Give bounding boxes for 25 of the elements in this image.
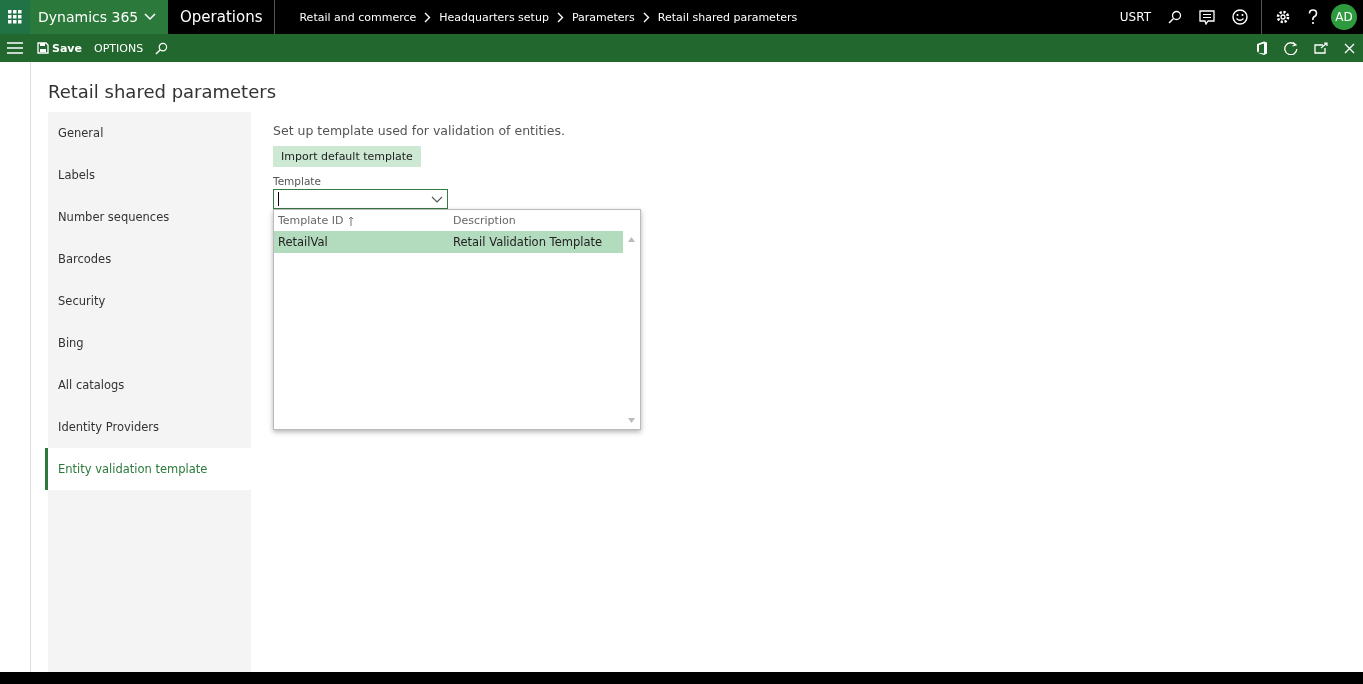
navigation-tab[interactable]: General (45, 112, 251, 154)
column-header[interactable]: Description (453, 214, 516, 227)
navigation-tab[interactable]: Entity validation template (45, 448, 251, 490)
navigation-tab[interactable]: All catalogs (45, 364, 251, 406)
page-title: Retail shared parameters (48, 81, 278, 104)
app-name-button[interactable]: Dynamics 365 (30, 0, 168, 34)
lookup-row[interactable]: RetailVal Retail Validation Template (274, 231, 623, 253)
navigation-tab[interactable]: Bing (45, 322, 251, 364)
column-header[interactable]: Template ID (278, 214, 344, 227)
company-picker[interactable]: USRT (1119, 10, 1151, 24)
breadcrumb-link[interactable]: Retail and commerce (299, 10, 417, 24)
navigation-tab[interactable]: Barcodes (45, 238, 251, 280)
breadcrumb-link[interactable]: Headquarters setup (439, 10, 549, 24)
breadcrumb-link[interactable]: Parameters (571, 10, 635, 24)
description-text: Set up template used for validation of entities. (273, 123, 565, 138)
save-button[interactable]: Save (37, 41, 82, 55)
navigation-tab[interactable]: Labels (45, 154, 251, 196)
field-label: Template (273, 175, 321, 187)
user-avatar[interactable]: AD (1331, 4, 1357, 30)
breadcrumb-link[interactable]: Retail shared parameters (657, 10, 798, 24)
import-template-button[interactable]: Import default template (273, 146, 421, 167)
options-tab[interactable]: OPTIONS (94, 41, 144, 55)
navigation-tab[interactable]: Identity Providers (45, 406, 251, 448)
navigation-tab[interactable]: Security (45, 280, 251, 322)
navigation-tab[interactable]: Number sequences (45, 196, 251, 238)
